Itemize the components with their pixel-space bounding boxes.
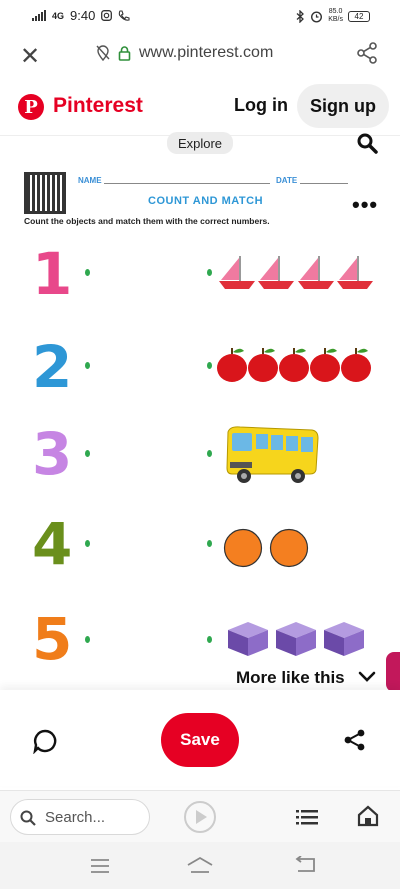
sailboat-icon xyxy=(298,256,334,289)
sailboat-icon xyxy=(258,256,294,289)
match-dot xyxy=(85,636,90,643)
number-3: 3 xyxy=(32,420,73,488)
explore-button[interactable]: Explore xyxy=(167,132,233,154)
time: 9:40 xyxy=(70,8,96,23)
menu-icon[interactable] xyxy=(90,858,110,874)
date-line xyxy=(300,183,348,184)
status-bar: 4G 9:40 85.0 KB/s 42 xyxy=(0,0,400,32)
apple-icon xyxy=(310,348,340,382)
match-dot xyxy=(207,362,212,369)
orange-circle-icon xyxy=(269,528,309,568)
browser-bottom-bar: Search... xyxy=(0,790,400,842)
match-dot xyxy=(85,450,90,457)
number-2: 2 xyxy=(32,333,73,401)
browser-toolbar: ✕ www.pinterest.com xyxy=(0,32,400,76)
apple-icon xyxy=(279,348,309,382)
battery-level: 42 xyxy=(354,11,364,21)
more-like-this-toggle[interactable]: More like this xyxy=(236,668,377,688)
cube-icon xyxy=(228,622,268,656)
tabs-list-icon[interactable] xyxy=(296,809,318,825)
qr-code xyxy=(24,172,66,214)
worksheet-title: COUNT AND MATCH xyxy=(148,195,264,207)
back-icon[interactable] xyxy=(294,856,316,874)
location-off-icon xyxy=(96,45,110,61)
net-speed-unit: KB/s xyxy=(328,16,343,23)
bluetooth-icon xyxy=(296,9,305,23)
play-icon[interactable] xyxy=(183,800,217,834)
number-4: 4 xyxy=(32,510,73,578)
match-dot xyxy=(85,269,90,276)
cube-icon xyxy=(276,622,316,656)
instagram-icon xyxy=(101,10,113,21)
chevron-down-icon xyxy=(359,671,376,682)
more-options-icon[interactable]: ••• xyxy=(352,192,378,218)
match-dot xyxy=(85,540,90,547)
share-icon[interactable] xyxy=(356,42,378,64)
match-dot xyxy=(207,540,212,547)
signup-button[interactable]: Sign up xyxy=(297,84,389,128)
number-5: 5 xyxy=(32,605,73,673)
address-bar[interactable]: www.pinterest.com xyxy=(96,44,273,62)
url-text: www.pinterest.com xyxy=(139,44,274,61)
name-line xyxy=(104,183,270,184)
orange-circles-illustration xyxy=(223,528,309,568)
home-icon[interactable] xyxy=(357,805,379,827)
phone-icon xyxy=(119,9,130,21)
search-placeholder: Search... xyxy=(45,809,106,826)
apple-icon xyxy=(341,348,371,382)
orange-circle-icon xyxy=(223,528,263,568)
share-icon[interactable] xyxy=(343,728,367,752)
home-gesture-icon[interactable] xyxy=(186,856,214,876)
system-nav-bar xyxy=(0,842,400,889)
close-icon[interactable]: ✕ xyxy=(20,42,40,71)
brand-name[interactable]: Pinterest xyxy=(53,94,143,118)
net-speed: 85.0 xyxy=(328,8,343,15)
search-icon xyxy=(20,810,36,826)
signal-icon xyxy=(32,10,46,21)
login-button[interactable]: Log in xyxy=(234,95,288,116)
apples-illustration xyxy=(217,348,371,382)
worksheet-instruction: Count the objects and match them with th… xyxy=(24,216,270,226)
pinterest-logo-icon[interactable]: P xyxy=(18,94,44,120)
save-button[interactable]: Save xyxy=(161,713,239,767)
pin-thumbnail-edge[interactable] xyxy=(386,652,400,692)
comment-icon[interactable] xyxy=(32,728,58,754)
match-dot xyxy=(207,450,212,457)
network-type: 4G xyxy=(52,10,65,21)
worksheet-date-label: DATE xyxy=(276,176,298,185)
match-dot xyxy=(207,269,212,276)
cube-icon xyxy=(324,622,364,656)
sailboat-icon xyxy=(219,256,255,289)
search-input[interactable]: Search... xyxy=(10,799,150,835)
purple-cubes-illustration xyxy=(228,622,364,656)
sailboats-illustration xyxy=(219,256,373,289)
sailboat-icon xyxy=(337,256,373,289)
apple-icon xyxy=(248,348,278,382)
battery-icon: 42 xyxy=(348,10,370,22)
more-like-this-label: More like this xyxy=(236,668,345,687)
match-dot xyxy=(207,636,212,643)
bus-icon xyxy=(226,426,319,483)
alarm-icon xyxy=(311,10,323,23)
apple-icon xyxy=(217,348,247,382)
worksheet-name-label: NAME xyxy=(78,176,102,185)
search-icon[interactable] xyxy=(355,132,379,154)
number-1: 1 xyxy=(32,240,73,308)
lock-icon xyxy=(118,45,131,61)
match-dot xyxy=(85,362,90,369)
